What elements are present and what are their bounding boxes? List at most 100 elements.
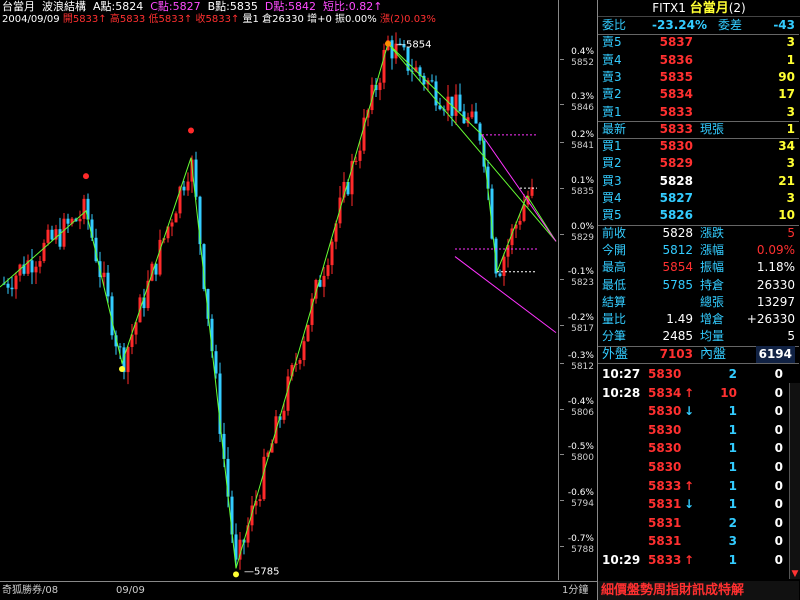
candle-up	[170, 222, 174, 227]
chart-header-line1: 台當月 波浪結構 A點:5824 C點:5827 B點:5835 D點:5842…	[2, 0, 382, 13]
footer-divider	[0, 581, 597, 582]
tick-row[interactable]: 10:28 5834 ↑ 10 0	[598, 384, 799, 403]
axis-price-label: 5829	[571, 232, 594, 243]
stat-row[interactable]: 最低 5785 持倉 26330	[598, 277, 799, 295]
tick-change: 0	[774, 553, 783, 567]
candle-up	[454, 94, 458, 116]
bid-row[interactable]: 買3 5828 21	[598, 173, 799, 191]
tick-row[interactable]: 5833 ↑ 1 0	[598, 477, 799, 496]
last-qty: 1	[786, 121, 795, 136]
stat-row[interactable]: 前收 5828 漲跌 5	[598, 225, 799, 243]
stat-row[interactable]: 最高 5854 振幅 1.18%	[598, 259, 799, 277]
stat-row[interactable]: 分筆 2485 均量 5	[598, 328, 799, 346]
panel-tabs[interactable]: 細價盤勢周指財訊成特解	[598, 581, 799, 600]
axis-tick-mark	[560, 188, 564, 190]
axis-price-label: 5788	[571, 544, 594, 555]
bid-level-label: 買4	[602, 191, 622, 205]
stat-label: 今開	[602, 242, 627, 257]
axis-tick-mark	[560, 142, 564, 144]
candle-down	[458, 94, 462, 112]
stat-value: 1.49	[666, 312, 693, 327]
tick-row[interactable]: 5831 ↓ 1 0	[598, 495, 799, 514]
tick-row[interactable]: 5830 1 0	[598, 458, 799, 477]
ask-qty: 1	[786, 52, 795, 67]
candle-down	[10, 287, 14, 290]
tick-row[interactable]: 10:29 5833 ↑ 1 0	[598, 551, 799, 570]
ask-qty: 17	[778, 87, 795, 102]
candle-down	[58, 229, 62, 247]
tick-volume: 2	[728, 367, 737, 381]
tick-arrow-icon: ↓	[684, 404, 695, 419]
tick-change: 0	[774, 497, 783, 512]
ask-price: 5836	[659, 52, 693, 67]
stat-value: 5	[787, 329, 795, 344]
bid-price: 5828	[659, 173, 693, 188]
candle-up	[62, 218, 66, 247]
ask-level-label: 賣2	[602, 87, 622, 102]
tick-change: 0	[774, 441, 783, 456]
ask-level-label: 賣1	[602, 104, 622, 119]
ask-row[interactable]: 賣5 5837 3	[598, 34, 799, 52]
ask-row[interactable]: 賣1 5833 3	[598, 104, 799, 122]
chart-footer: 奇狐勝券/08 09/09 1分鐘	[0, 582, 597, 600]
bid-row[interactable]: 買5 5826 10	[598, 207, 799, 225]
candle-down	[50, 229, 54, 240]
tick-time: 10:28	[602, 385, 641, 400]
tick-row[interactable]: 10:27 5830 2 0	[598, 365, 799, 384]
tick-price: 5830	[648, 460, 682, 474]
bid-level-label: 買1	[602, 139, 622, 154]
axis-tick-mark	[560, 499, 564, 501]
inner-volume-label: 內盤	[700, 346, 727, 362]
stat-row[interactable]: 量比 1.49 增倉 +26330	[598, 311, 799, 329]
stat-value: 26330	[756, 277, 795, 292]
tick-volume: 1	[728, 441, 737, 456]
tick-price: 5831	[648, 515, 682, 530]
price-axis: 0.4% 5852 0.3% 5846 0.2% 5841 0.1% 5835 0.0% 5829…	[560, 0, 596, 580]
tick-list-scrollbar[interactable]: ▼	[789, 383, 800, 579]
ask-row[interactable]: 賣4 5836 1	[598, 52, 799, 70]
stat-label: 漲跌	[700, 225, 725, 240]
candle-up	[258, 499, 262, 502]
axis-price-label: 5823	[571, 278, 594, 289]
ask-row[interactable]: 賣3 5835 90	[598, 69, 799, 87]
tick-price: 5830	[648, 422, 682, 437]
candle-down	[106, 272, 110, 297]
bid-row[interactable]: 買1 5830 34	[598, 138, 799, 156]
c-point-value: C點:5827	[150, 0, 201, 13]
interval-selector[interactable]: 1分鐘	[562, 582, 588, 600]
stat-row[interactable]: 今開 5812 漲幅 0.09%	[598, 242, 799, 260]
last-price-row[interactable]: 最新 5833 現張 1	[598, 121, 799, 139]
tick-row[interactable]: 5831 2 0	[598, 514, 799, 533]
scroll-down-icon[interactable]: ▼	[790, 569, 800, 579]
stat-value: 1.18%	[756, 260, 795, 275]
bid-row[interactable]: 買4 5827 3	[598, 190, 799, 208]
axis-pct-label: -0.2%	[567, 313, 594, 323]
candlestick-chart[interactable]: —5854 —5785	[0, 28, 560, 580]
outer-inner-row[interactable]: 外盤 7103 內盤 6194	[598, 345, 799, 364]
inner-volume-value: 6194	[755, 345, 795, 364]
indicator-mode[interactable]: 波浪結構	[42, 0, 86, 13]
candle-up	[378, 82, 382, 91]
panel-footer-text[interactable]: 細價盤勢周指財訊成特解	[598, 583, 744, 598]
tick-change: 0	[774, 422, 783, 437]
tick-row[interactable]: 5831 3 0	[598, 532, 799, 551]
panel-separator	[598, 363, 799, 364]
order-ratio-row[interactable]: 委比 -23.24% 委差 -43	[598, 17, 799, 35]
stat-label: 分筆	[602, 329, 627, 344]
candle-up	[82, 198, 86, 219]
axis-tick-mark	[560, 408, 564, 410]
tick-row[interactable]: 5830 1 0	[598, 439, 799, 458]
axis-tick-mark	[560, 233, 564, 235]
stat-row[interactable]: 結算 總張 13297	[598, 294, 799, 312]
tick-price: 5831	[648, 534, 682, 549]
axis-price-label: 5794	[571, 498, 594, 509]
tick-row[interactable]: 5830 1 0	[598, 421, 799, 440]
tick-row[interactable]: 5830 ↓ 1 0	[598, 402, 799, 421]
ask-row[interactable]: 賣2 5834 17	[598, 86, 799, 104]
order-diff-value: -43	[773, 18, 795, 32]
tick-change: 0	[774, 534, 783, 549]
wave-trend-line	[387, 43, 557, 242]
stat-value: 2485	[662, 329, 693, 344]
axis-price-label: 5817	[571, 324, 594, 334]
bid-row[interactable]: 買2 5829 3	[598, 155, 799, 173]
